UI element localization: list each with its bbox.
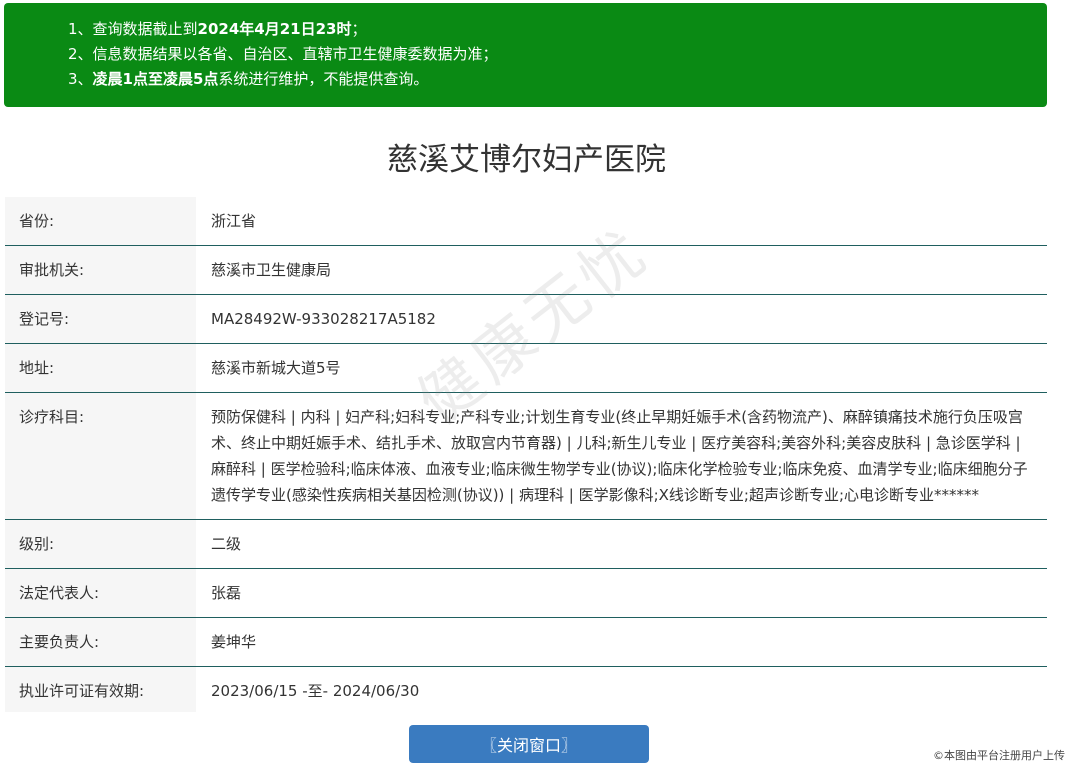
field-value-license-validity: 2023/06/15 -至- 2024/06/30 [196,666,1047,716]
field-value-principal: 姜坤华 [196,617,1047,667]
field-value-registration-number: MA28492W-933028217A5182 [196,294,1047,344]
field-label-level: 级别: [5,519,196,569]
field-label-departments: 诊疗科目: [5,392,196,520]
field-label-legal-representative: 法定代表人: [5,568,196,618]
field-value-departments: 预防保健科 | 内科 | 妇产科;妇科专业;产科专业;计划生育专业(终止早期妊娠… [196,392,1047,520]
upload-credit: ©本图由平台注册用户上传 [933,749,1065,762]
table-row: 诊疗科目: 预防保健科 | 内科 | 妇产科;妇科专业;产科专业;计划生育专业(… [5,392,1047,520]
field-label-address: 地址: [5,343,196,393]
field-value-level: 二级 [196,519,1047,569]
field-label-registration-number: 登记号: [5,294,196,344]
table-row: 登记号: MA28492W-933028217A5182 [5,294,1047,344]
field-value-province: 浙江省 [196,197,1047,246]
field-value-approval-authority: 慈溪市卫生健康局 [196,245,1047,295]
field-label-license-validity: 执业许可证有效期: [5,666,196,716]
field-value-legal-representative: 张磊 [196,568,1047,618]
table-row: 执业许可证有效期: 2023/06/15 -至- 2024/06/30 [5,666,1047,716]
hospital-name-title: 慈溪艾博尔妇产医院 [387,142,666,178]
hospital-info-table: 省份: 浙江省 审批机关: 慈溪市卫生健康局 登记号: MA28492W-933… [5,197,1047,716]
notice-line-2: 2、信息数据结果以各省、自治区、直辖市卫生健康委数据为准； [68,45,498,63]
notice-line-3: 3、凌晨1点至凌晨5点系统进行维护，不能提供查询。 [68,70,429,88]
close-window-button[interactable]: 〖关闭窗口〗 [409,725,649,763]
field-label-province: 省份: [5,197,196,246]
table-row: 地址: 慈溪市新城大道5号 [5,343,1047,393]
table-row: 审批机关: 慈溪市卫生健康局 [5,245,1047,295]
field-label-principal: 主要负责人: [5,617,196,667]
table-row: 级别: 二级 [5,519,1047,569]
field-value-address: 慈溪市新城大道5号 [196,343,1047,393]
table-row: 主要负责人: 姜坤华 [5,617,1047,667]
table-row: 法定代表人: 张磊 [5,568,1047,618]
notice-banner: 1、查询数据截止到2024年4月21日23时； 2、信息数据结果以各省、自治区、… [4,3,1047,107]
table-row: 省份: 浙江省 [5,197,1047,246]
field-label-approval-authority: 审批机关: [5,245,196,295]
notice-line-1: 1、查询数据截止到2024年4月21日23时； [68,20,367,38]
